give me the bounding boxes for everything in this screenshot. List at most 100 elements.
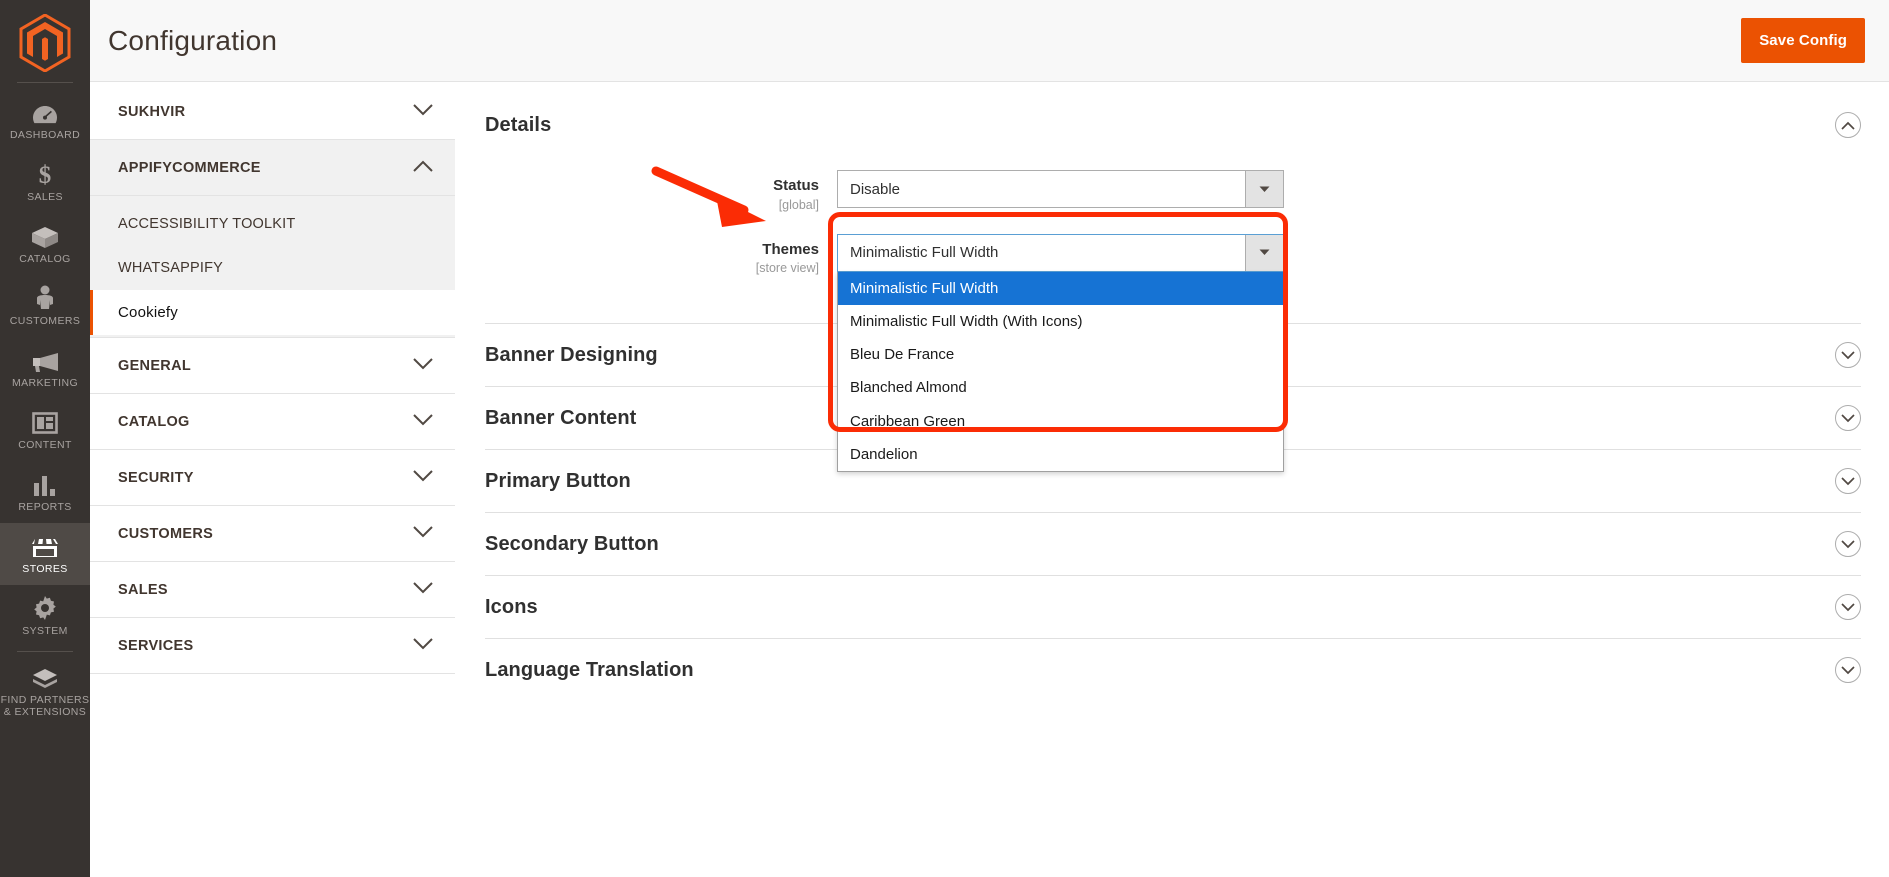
section-title: Icons	[485, 595, 538, 618]
sidebar-item-label: CATALOG	[19, 252, 71, 265]
tree-section-general[interactable]: GENERAL	[90, 338, 455, 394]
themes-option-minimalistic-full-width[interactable]: Minimalistic Full Width	[838, 271, 1283, 305]
sidebar-item-label: REPORTS	[18, 500, 72, 513]
page-header: Configuration Save Config	[90, 0, 1889, 82]
admin-sidebar: DASHBOARD $ SALES CATALOG CUSTOMERS MARK…	[0, 0, 90, 877]
sidebar-item-cookiefy[interactable]: Cookiefy	[90, 290, 455, 335]
section-header-icons[interactable]: Icons	[485, 575, 1861, 638]
section-title: Banner Content	[485, 406, 637, 429]
tree-section-label: APPIFYCOMMERCE	[118, 159, 261, 176]
status-select[interactable]: Disable	[837, 170, 1284, 208]
chevron-down-icon	[413, 413, 433, 431]
tree-section-label: SALES	[118, 581, 168, 598]
sidebar-item-system[interactable]: SYSTEM	[0, 585, 90, 647]
tree-section-sales[interactable]: SALES	[90, 562, 455, 618]
megaphone-icon	[30, 347, 60, 373]
tree-section-customers[interactable]: CUSTOMERS	[90, 506, 455, 562]
sidebar-item-dashboard[interactable]: DASHBOARD	[0, 89, 90, 151]
sidebar-item-catalog[interactable]: CATALOG	[0, 213, 90, 275]
sidebar-item-label: SYSTEM	[22, 624, 68, 637]
sidebar-item-marketing[interactable]: MARKETING	[0, 337, 90, 399]
themes-option-minimalistic-full-width-with-icons[interactable]: Minimalistic Full Width (With Icons)	[838, 305, 1283, 338]
storefront-icon	[30, 533, 60, 559]
themes-select[interactable]: Minimalistic Full Width	[837, 233, 1284, 272]
sidebar-item-label: DASHBOARD	[9, 128, 81, 141]
select-arrow-icon	[1245, 171, 1283, 207]
sidebar-item-label: STORES	[22, 562, 68, 575]
themes-dropdown-list[interactable]: Minimalistic Full Width Minimalistic Ful…	[837, 271, 1284, 472]
tree-section-appifycommerce[interactable]: APPIFYCOMMERCE	[90, 140, 455, 196]
magento-logo-icon	[19, 14, 71, 72]
tree-section-sukhvir[interactable]: SUKHVIR	[90, 84, 455, 140]
sidebar-item-label: CUSTOMERS	[9, 314, 81, 327]
person-icon	[35, 285, 55, 311]
section-title: Language Translation	[485, 658, 694, 681]
chevron-up-icon	[413, 159, 433, 177]
expand-circle-icon[interactable]	[1835, 468, 1861, 494]
field-label-status: Status [global]	[485, 170, 837, 212]
config-main: Details Status [global] Disable Themes […	[455, 82, 1889, 877]
sidebar-item-stores[interactable]: STORES	[0, 523, 90, 585]
nav-divider-2	[17, 651, 73, 652]
status-select-value: Disable	[850, 180, 901, 198]
field-label-text: Themes	[762, 240, 819, 258]
gear-icon	[32, 595, 58, 621]
admin-page: DASHBOARD $ SALES CATALOG CUSTOMERS MARK…	[0, 0, 1889, 877]
dollar-icon: $	[37, 161, 53, 187]
tree-section-label: GENERAL	[118, 357, 191, 374]
save-config-button[interactable]: Save Config	[1741, 18, 1865, 63]
section-header-details[interactable]: Details	[485, 104, 1861, 156]
expand-circle-icon[interactable]	[1835, 531, 1861, 557]
sidebar-item-accessibility-toolkit[interactable]: ACCESSIBILITY TOOLKIT	[90, 202, 455, 246]
sidebar-item-whatsappify[interactable]: WHATSAPPIFY	[90, 246, 455, 290]
field-control-themes: Minimalistic Full Width Minimalistic Ful…	[837, 233, 1284, 472]
section-title: Primary Button	[485, 469, 631, 492]
chevron-down-icon	[413, 103, 433, 121]
expand-circle-icon[interactable]	[1835, 594, 1861, 620]
config-tree: SUKHVIR APPIFYCOMMERCE ACCESSIBILITY TOO…	[90, 82, 455, 877]
tree-section-label: SUKHVIR	[118, 103, 186, 120]
details-fields: Status [global] Disable Themes [store vi…	[485, 156, 1861, 472]
sidebar-item-find-partners-extensions[interactable]: FIND PARTNERS & EXTENSIONS	[0, 658, 90, 725]
themes-option-dandelion[interactable]: Dandelion	[838, 438, 1283, 471]
magento-logo[interactable]	[0, 8, 90, 78]
tree-section-services[interactable]: SERVICES	[90, 618, 455, 674]
tree-section-label: CUSTOMERS	[118, 525, 214, 542]
section-header-secondary-button[interactable]: Secondary Button	[485, 512, 1861, 575]
svg-text:$: $	[39, 162, 52, 187]
expand-circle-icon[interactable]	[1835, 657, 1861, 683]
tree-section-label: CATALOG	[118, 413, 190, 430]
sidebar-item-customers[interactable]: CUSTOMERS	[0, 275, 90, 337]
sidebar-item-label: FIND PARTNERS & EXTENSIONS	[0, 694, 90, 718]
tree-section-label: SECURITY	[118, 469, 194, 486]
chevron-down-icon	[413, 637, 433, 655]
field-label-text: Status	[773, 177, 819, 194]
themes-option-blanched-almond[interactable]: Blanched Almond	[838, 371, 1283, 404]
chevron-down-icon	[413, 357, 433, 375]
content-area: Configuration Save Config SUKHVIR APPIFY…	[90, 0, 1889, 877]
sidebar-item-reports[interactable]: REPORTS	[0, 461, 90, 523]
sidebar-item-content[interactable]: CONTENT	[0, 399, 90, 461]
section-title: Secondary Button	[485, 532, 659, 555]
field-scope-text: [store view]	[755, 261, 819, 275]
page-title: Configuration	[108, 24, 278, 56]
tree-subitems-appifycommerce: ACCESSIBILITY TOOLKIT WHATSAPPIFY Cookie…	[90, 196, 455, 338]
select-arrow-icon	[1245, 234, 1283, 271]
expand-circle-icon[interactable]	[1835, 342, 1861, 368]
sidebar-item-label: CONTENT	[18, 438, 72, 451]
sidebar-item-sales[interactable]: $ SALES	[0, 151, 90, 213]
themes-option-bleu-de-france[interactable]: Bleu De France	[838, 338, 1283, 371]
themes-select-value: Minimalistic Full Width	[850, 244, 999, 261]
tree-section-security[interactable]: SECURITY	[90, 450, 455, 506]
section-header-language-translation[interactable]: Language Translation	[485, 638, 1861, 701]
dashboard-icon	[32, 99, 58, 125]
themes-option-caribbean-green[interactable]: Caribbean Green	[838, 405, 1283, 438]
tree-section-catalog[interactable]: CATALOG	[90, 394, 455, 450]
field-scope-text: [global]	[778, 197, 819, 212]
tree-section-label: SERVICES	[118, 637, 194, 654]
box-icon	[30, 223, 60, 249]
expand-circle-icon[interactable]	[1835, 405, 1861, 431]
collapse-circle-icon[interactable]	[1835, 112, 1861, 138]
field-control-status: Disable	[837, 170, 1284, 208]
field-label-themes: Themes [store view]	[485, 234, 837, 275]
